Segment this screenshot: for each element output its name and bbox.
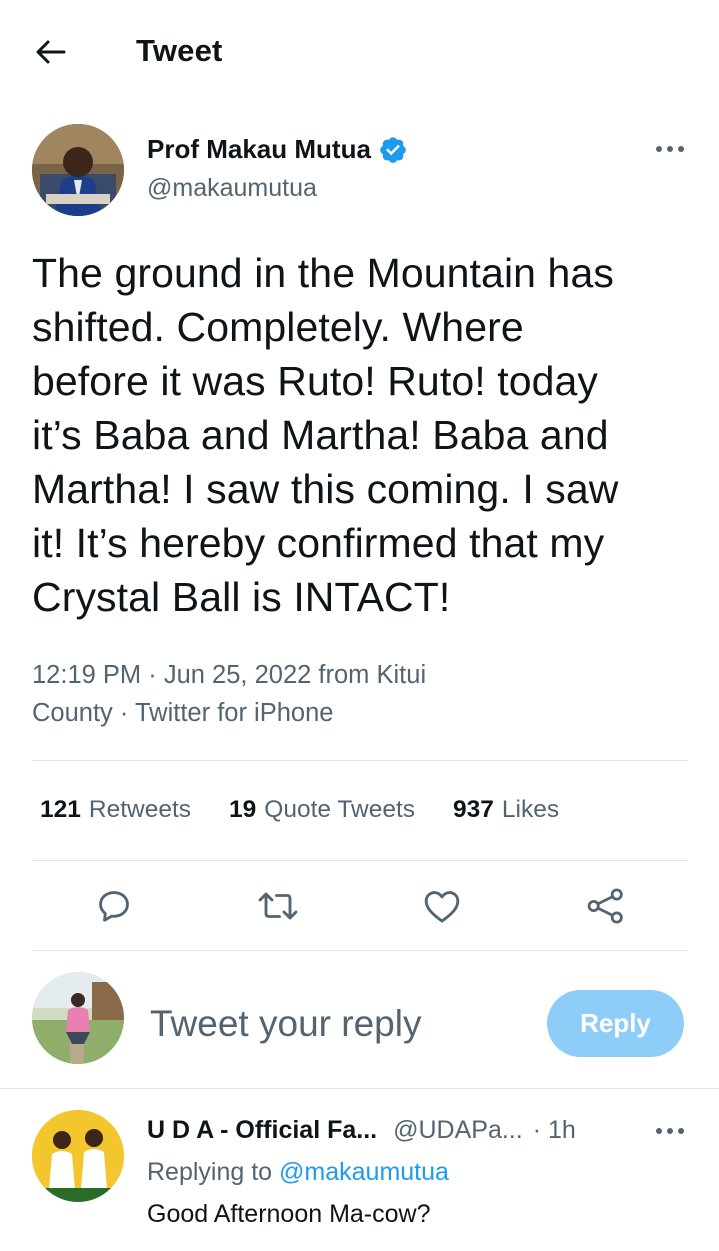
reply-author-handle[interactable]: @UDAPa... (393, 1116, 523, 1145)
arrow-left-icon (36, 40, 66, 64)
reply-header: U D A - Official Fa... @UDAPa... · 1h (147, 1116, 707, 1145)
divider (0, 1088, 719, 1089)
divider (32, 860, 688, 861)
meta-separator-2: · (119, 699, 129, 727)
like-action-button[interactable] (414, 880, 470, 932)
quotes-count: 19 (229, 796, 257, 823)
tweet-location-part1[interactable]: Kitui (377, 661, 427, 689)
quote-tweets-stat[interactable]: 19 Quote Tweets (229, 796, 415, 824)
reply-author-name[interactable]: U D A - Official Fa... (147, 1116, 377, 1145)
reply-separator: · (532, 1116, 542, 1144)
quotes-label: Quote Tweets (264, 796, 416, 823)
author-avatar[interactable] (32, 124, 124, 216)
tweet-text: The ground in the Mountain has shifted. … (32, 250, 619, 620)
reply-button[interactable]: Reply (547, 990, 684, 1057)
action-bar (0, 880, 719, 932)
reply-more-button[interactable] (650, 1116, 690, 1146)
author-name[interactable]: Prof Makau Mutua (147, 134, 408, 165)
tweet-source[interactable]: Twitter for iPhone (135, 699, 333, 727)
tweet-date[interactable]: Jun 25, 2022 (164, 661, 311, 689)
replying-to-label: Replying to (147, 1158, 273, 1186)
retweets-count: 121 (40, 796, 81, 823)
tweet-more-button[interactable] (650, 134, 690, 164)
verified-badge-icon (380, 136, 406, 163)
reply-action-button[interactable] (86, 880, 142, 932)
share-action-button[interactable] (578, 880, 634, 932)
author-handle[interactable]: @makaumutua (147, 174, 317, 203)
retweet-action-button[interactable] (250, 880, 306, 932)
reply-input[interactable] (150, 999, 520, 1049)
more-dots-icon (656, 1128, 684, 1134)
meta-separator: · (148, 661, 157, 689)
likes-stat[interactable]: 937 Likes (453, 796, 559, 824)
share-icon (587, 888, 623, 924)
author-name-text: Prof Makau Mutua (147, 134, 371, 164)
reply-time-text: 1h (547, 1116, 576, 1144)
tweet-location-part2[interactable]: County (32, 699, 113, 727)
replying-to: Replying to @makaumutua (147, 1158, 449, 1187)
retweets-label: Retweets (88, 796, 192, 823)
like-icon (424, 891, 460, 923)
back-button[interactable] (32, 34, 68, 70)
reply-text: Good Afternoon Ma-cow? (147, 1200, 431, 1228)
more-dots-icon (656, 146, 684, 152)
retweet-icon (258, 892, 298, 920)
replying-to-mention[interactable]: @makaumutua (279, 1158, 449, 1186)
tweet-meta: 12:19 PM · Jun 25, 2022 from Kitui Count… (32, 656, 692, 732)
likes-count: 937 (453, 796, 494, 823)
top-bar: Tweet (0, 0, 719, 104)
divider (32, 950, 688, 951)
reply-time[interactable]: · 1h (533, 1116, 576, 1145)
reply-icon (99, 891, 129, 922)
retweets-stat[interactable]: 121 Retweets (40, 796, 191, 824)
from-label: from (318, 661, 370, 689)
tweet-time[interactable]: 12:19 PM (32, 661, 141, 689)
reply-author-avatar[interactable] (32, 1110, 124, 1202)
likes-label: Likes (501, 796, 560, 823)
divider (32, 760, 688, 761)
page-title: Tweet (136, 33, 223, 68)
tweet-stats: 121 Retweets 19 Quote Tweets 937 Likes (40, 796, 559, 824)
current-user-avatar[interactable] (32, 972, 124, 1064)
